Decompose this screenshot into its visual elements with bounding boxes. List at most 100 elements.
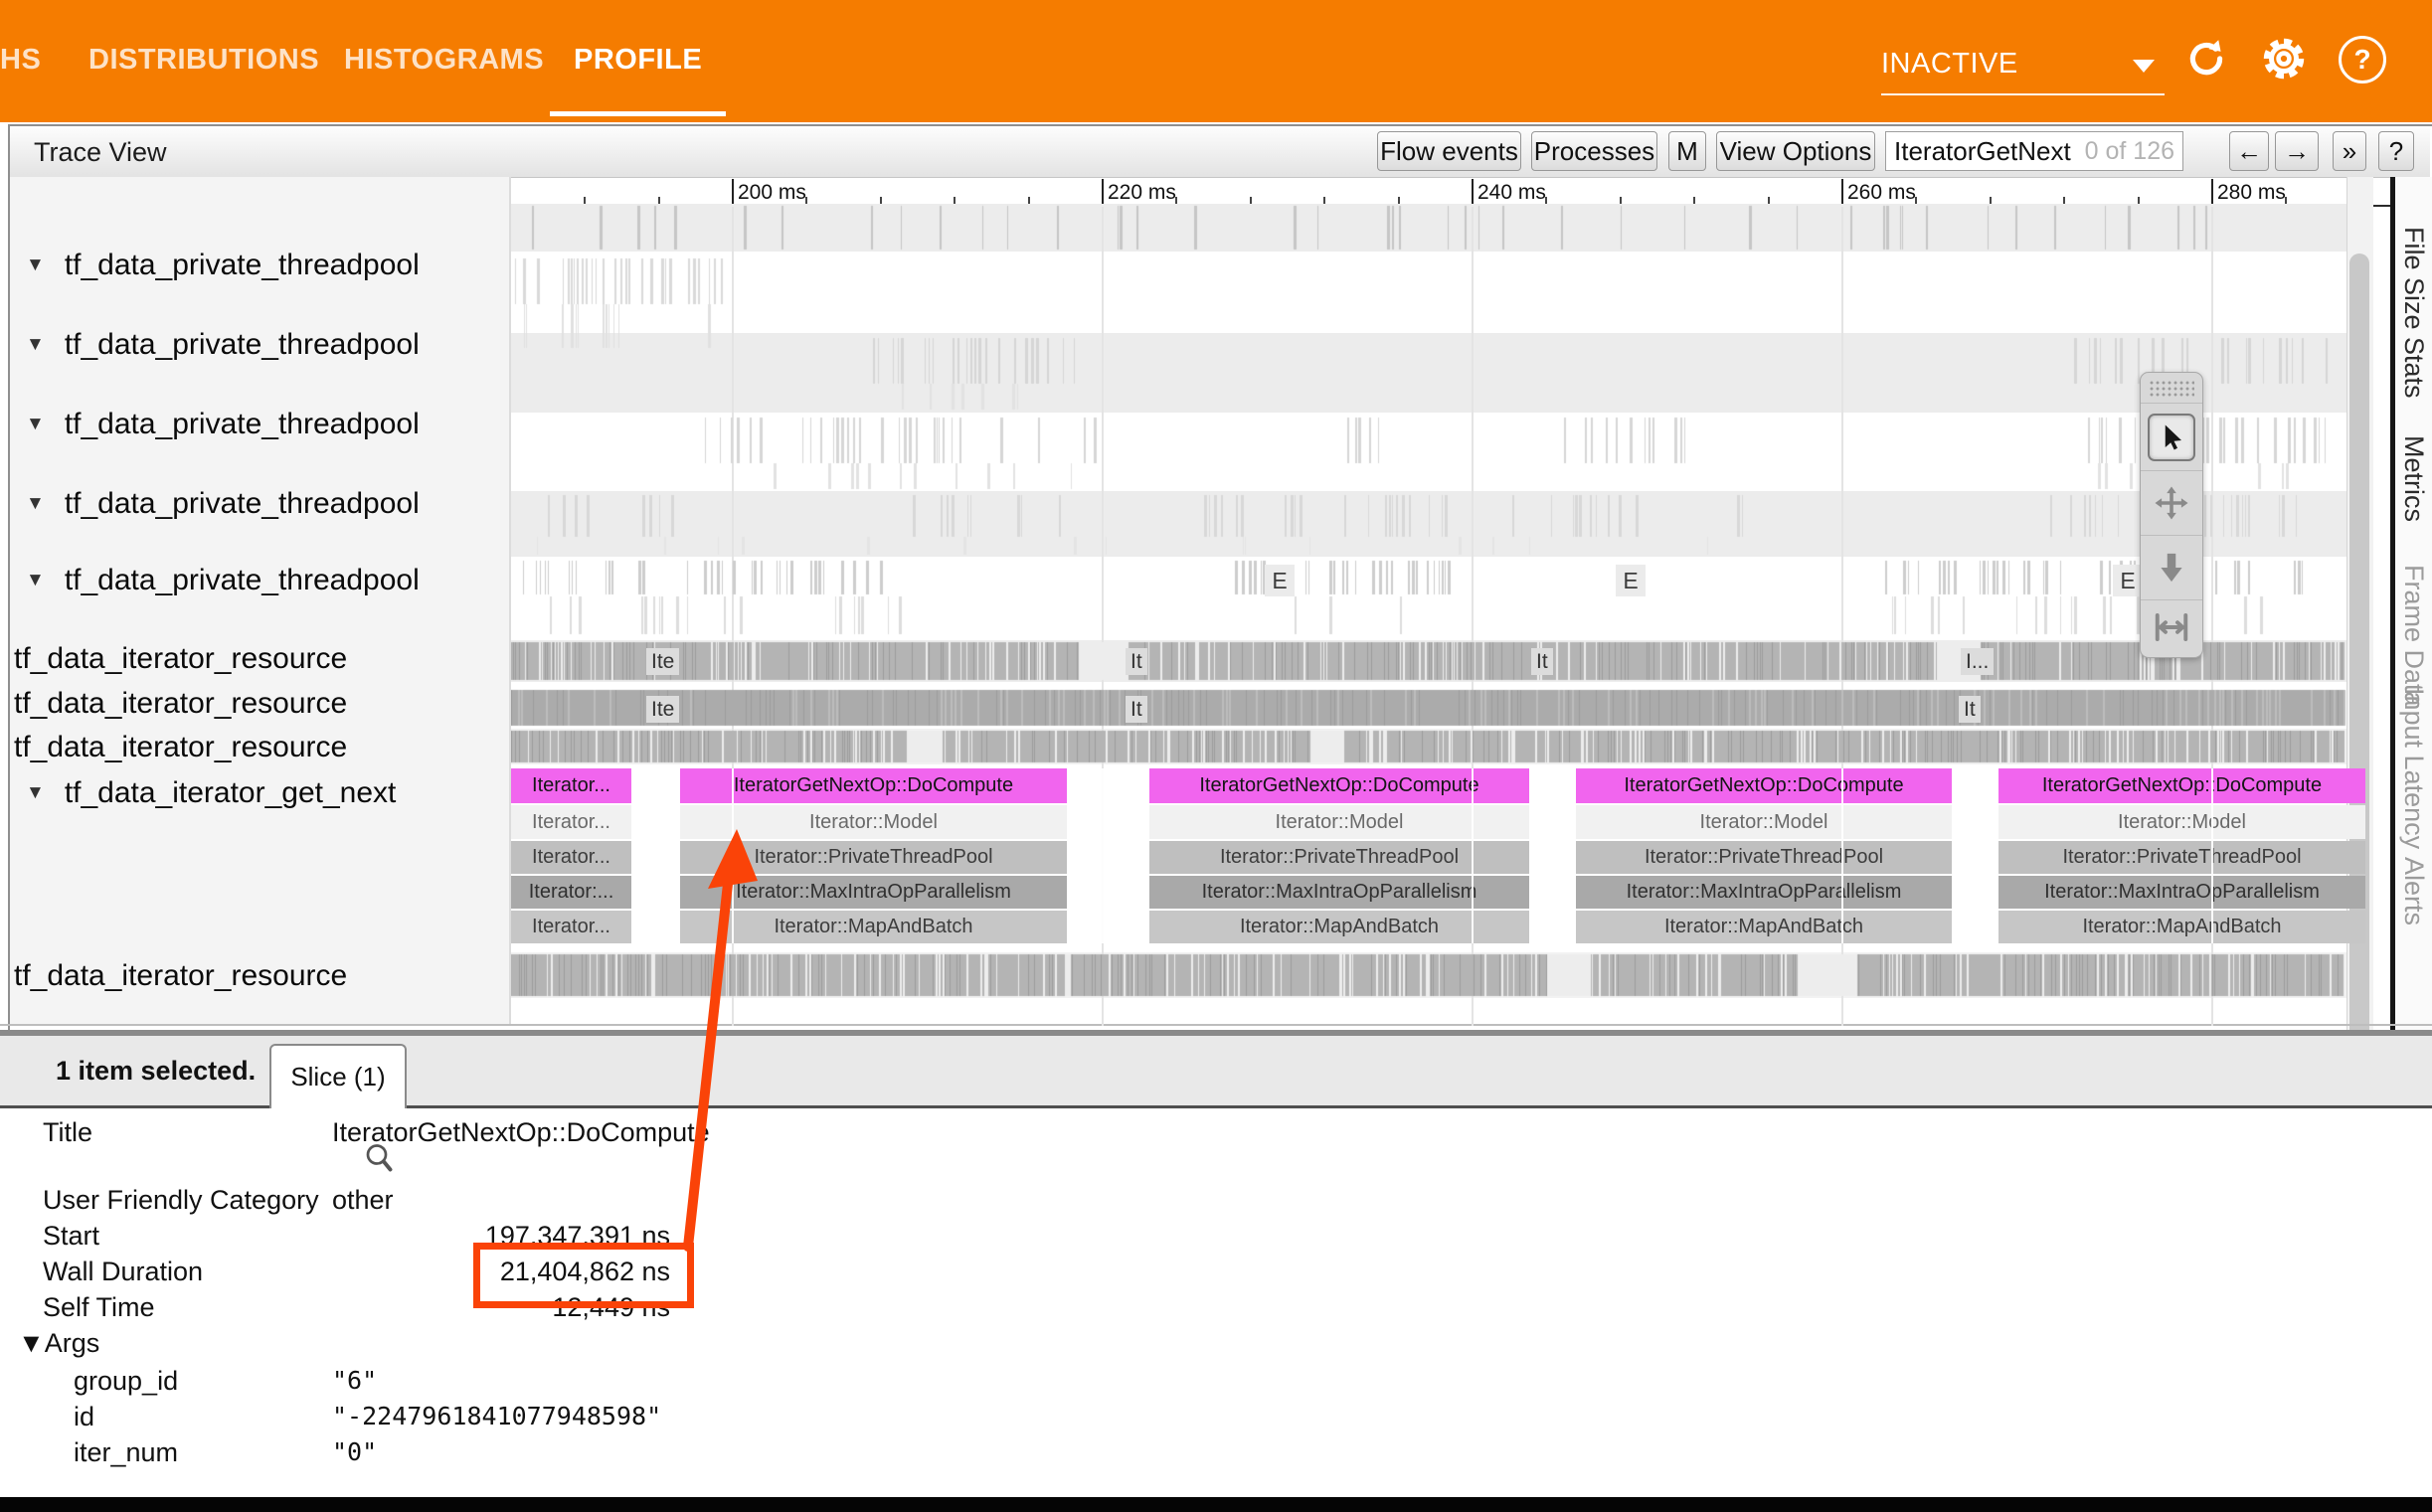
search-next-button[interactable]: →	[2275, 131, 2319, 171]
field-label-wall-duration: Wall Duration	[43, 1257, 203, 1287]
header-tab-histograms[interactable]: HISTOGRAMS	[344, 44, 544, 77]
slice-iteratorgetnextop-docompute-4[interactable]: IteratorGetNextOp::DoCompute	[1998, 768, 2365, 803]
tab-slice[interactable]: Slice (1)	[269, 1044, 407, 1108]
event-label-chip: Ite	[646, 696, 679, 723]
wall-duration-highlight-box	[473, 1243, 694, 1308]
args-expander[interactable]: ▼Args	[18, 1328, 99, 1359]
event-label-chip: It	[1531, 648, 1553, 675]
field-value-title: IteratorGetNextOp::DoCompute	[332, 1117, 1028, 1148]
header-tab-profile[interactable]: PROFILE	[574, 44, 702, 77]
track-label-tf-data-private-threadpool[interactable]: ▼tf_data_private_threadpool	[26, 249, 420, 282]
field-label-self-time: Self Time	[43, 1292, 155, 1323]
toolbar-button-m[interactable]: M	[1668, 131, 1706, 171]
track-label-tf-data-iterator-resource[interactable]: tf_data_iterator_resource	[14, 687, 347, 721]
slice-iterator-privatethreadpool-1[interactable]: Iterator::PrivateThreadPool	[680, 841, 1067, 874]
slice-iterator-maxintraopparallelism-1[interactable]: Iterator::MaxIntraOpParallelism	[680, 876, 1067, 909]
chevron-down-icon[interactable]	[2133, 60, 2155, 73]
slice-iterator-model-1[interactable]: Iterator::Model	[680, 805, 1067, 839]
event-label-chip: It	[1959, 696, 1981, 723]
triangle-down-icon[interactable]: ▼	[26, 414, 45, 435]
slice-gridline	[1102, 768, 1104, 943]
trace-help-button[interactable]: ?	[2378, 131, 2414, 171]
pan-icon	[2154, 485, 2189, 521]
track-label-tf-data-private-threadpool[interactable]: ▼tf_data_private_threadpool	[26, 487, 420, 521]
slice-iterator-mapandbatch-3[interactable]: Iterator::MapAndBatch	[1576, 911, 1952, 943]
sidebar-tab-file-size-stats[interactable]: File Size Stats	[2398, 227, 2429, 399]
track-name-column	[10, 177, 511, 1026]
help-icon[interactable]: ?	[2339, 36, 2386, 84]
palette-drag-handle[interactable]	[2149, 380, 2194, 398]
selection-status: 1 item selected.	[56, 1056, 256, 1087]
event-label-chip: It	[1126, 648, 1147, 675]
gear-icon[interactable]	[2259, 34, 2309, 84]
sidebar-tab-frame-data[interactable]: Frame Data	[2398, 565, 2429, 707]
slice-gridline	[732, 768, 734, 943]
event-marker-e[interactable]: E	[2113, 565, 2143, 596]
search-input[interactable]: IteratorGetNext 0 of 126	[1885, 131, 2183, 171]
triangle-down-icon[interactable]: ▼	[26, 493, 45, 515]
slice-gridline	[1841, 768, 1843, 943]
field-label-start: Start	[43, 1221, 99, 1252]
cursor-arrow-icon	[2157, 422, 2186, 452]
sidebar-tab-alerts[interactable]: Alerts	[2398, 857, 2429, 925]
track-label-tf-data-iterator-resource[interactable]: tf_data_iterator_resource	[14, 642, 347, 676]
triangle-down-icon[interactable]: ▼	[26, 254, 45, 276]
header-tab-distributions[interactable]: DISTRIBUTIONS	[88, 44, 319, 77]
slice-iterator-model-4[interactable]: Iterator::Model	[1998, 805, 2365, 839]
slice-iteratorgetnextop-docompute-3[interactable]: IteratorGetNextOp::DoCompute	[1576, 768, 1952, 803]
slice-iterator-0[interactable]: Iterator...	[511, 768, 631, 803]
track-label-tf-data-iterator-get-next[interactable]: ▼tf_data_iterator_get_next	[26, 776, 396, 810]
event-label-chip: I...	[1961, 648, 1994, 675]
run-selector-underline	[1881, 93, 2165, 95]
track-label-tf-data-iterator-resource[interactable]: tf_data_iterator_resource	[14, 959, 347, 993]
slice-iteratorgetnextop-docompute-1[interactable]: IteratorGetNextOp::DoCompute	[680, 768, 1067, 803]
refresh-icon[interactable]	[2183, 36, 2229, 82]
toolbar-button-flow-events[interactable]: Flow events	[1377, 131, 1521, 171]
slice-iterator-0[interactable]: Iterator:...	[511, 876, 631, 909]
arg-key-iter-num: iter_num	[74, 1437, 178, 1468]
track-label-tf-data-private-threadpool[interactable]: ▼tf_data_private_threadpool	[26, 564, 420, 597]
field-label-title: Title	[43, 1117, 92, 1148]
track-label-tf-data-private-threadpool[interactable]: ▼tf_data_private_threadpool	[26, 328, 420, 362]
slice-gridline	[2211, 768, 2213, 943]
arg-value-group-id: "6"	[332, 1366, 377, 1395]
sidebar-tab-metrics[interactable]: Metrics	[2398, 435, 2429, 522]
mouse-mode-palette[interactable]	[2140, 372, 2203, 658]
triangle-down-icon[interactable]: ▼	[26, 782, 45, 804]
select-tool-button[interactable]	[2141, 405, 2202, 470]
pan-tool-button[interactable]	[2141, 471, 2202, 535]
toolbar-button-view-options[interactable]: View Options	[1716, 131, 1875, 171]
slice-iterator-mapandbatch-1[interactable]: Iterator::MapAndBatch	[680, 911, 1067, 943]
slice-iterator-mapandbatch-4[interactable]: Iterator::MapAndBatch	[1998, 911, 2365, 943]
arg-value-id: "-2247961841077948598"	[332, 1402, 661, 1430]
zoom-tool-button[interactable]	[2141, 536, 2202, 599]
track-label-tf-data-private-threadpool[interactable]: ▼tf_data_private_threadpool	[26, 408, 420, 441]
panel-title: Trace View	[34, 137, 167, 168]
slice-iterator-privatethreadpool-3[interactable]: Iterator::PrivateThreadPool	[1576, 841, 1952, 874]
triangle-down-icon[interactable]: ▼	[26, 334, 45, 356]
sidebar-tab-input-latency[interactable]: Input Latency	[2398, 688, 2429, 849]
bottom-black-bar	[0, 1497, 2432, 1512]
event-marker-e[interactable]: E	[1616, 565, 1646, 596]
search-result-count: 0 of 126	[2085, 137, 2174, 166]
triangle-down-icon[interactable]: ▼	[26, 570, 45, 591]
slice-iterator-maxintraopparallelism-4[interactable]: Iterator::MaxIntraOpParallelism	[1998, 876, 2365, 909]
more-button[interactable]: »	[2333, 131, 2366, 171]
toolbar-button-processes[interactable]: Processes	[1531, 131, 1657, 171]
header-tab-hs[interactable]: HS	[0, 44, 41, 77]
timing-icon	[2154, 612, 2189, 642]
search-prev-button[interactable]: ←	[2229, 131, 2269, 171]
event-marker-e[interactable]: E	[1265, 565, 1295, 596]
slice-iterator-maxintraopparallelism-3[interactable]: Iterator::MaxIntraOpParallelism	[1576, 876, 1952, 909]
slice-iterator-0[interactable]: Iterator...	[511, 841, 631, 874]
slice-iterator-0[interactable]: Iterator...	[511, 805, 631, 839]
slice-iterator-privatethreadpool-4[interactable]: Iterator::PrivateThreadPool	[1998, 841, 2365, 874]
track-label-tf-data-iterator-resource[interactable]: tf_data_iterator_resource	[14, 731, 347, 764]
slice-iterator-model-3[interactable]: Iterator::Model	[1576, 805, 1952, 839]
arg-key-group-id: group_id	[74, 1366, 178, 1397]
triangle-down-icon: ▼	[18, 1328, 45, 1358]
timing-tool-button[interactable]	[2141, 600, 2202, 654]
run-selector[interactable]: INACTIVE	[1881, 48, 2018, 81]
magnifier-icon[interactable]	[362, 1141, 398, 1177]
slice-iterator-0[interactable]: Iterator...	[511, 911, 631, 943]
